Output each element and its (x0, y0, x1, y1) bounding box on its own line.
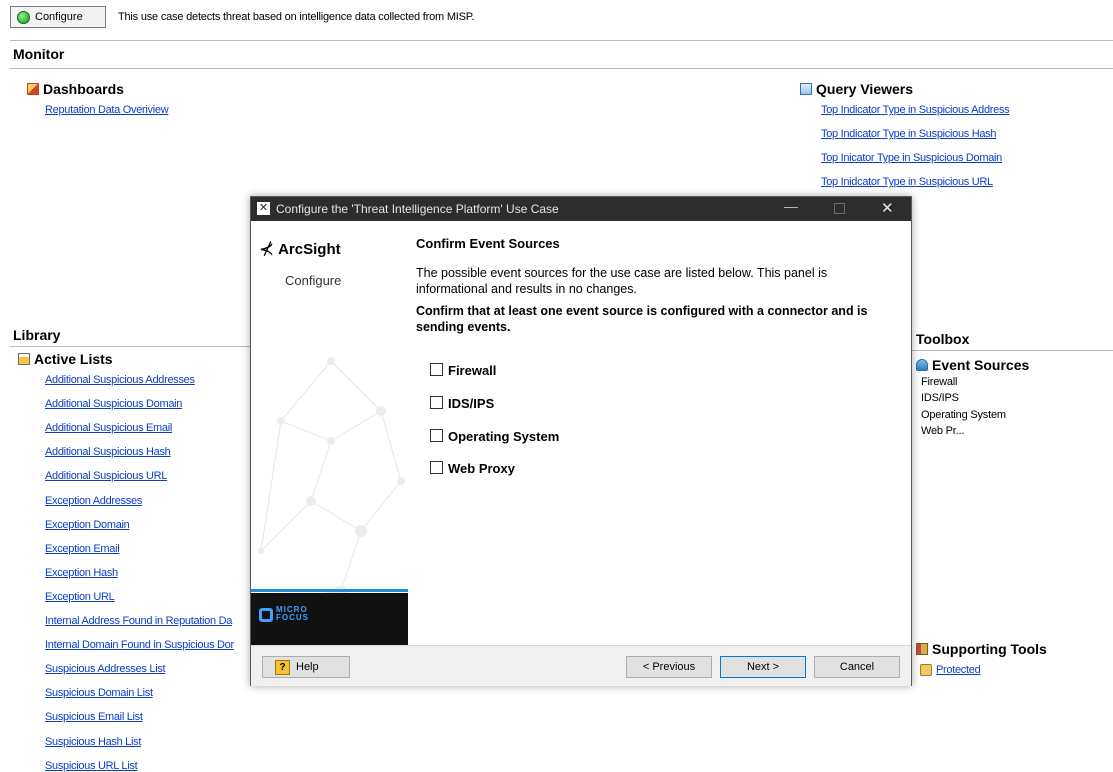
checkbox[interactable] (430, 363, 443, 376)
arcsight-logo: ⊀ ArcSight (259, 239, 341, 259)
tools-icon (916, 643, 928, 655)
status-green-icon (17, 10, 30, 24)
dashboard-link-reputation[interactable]: Reputation Data Overiview (45, 104, 169, 116)
protected-link[interactable]: Protected (936, 664, 981, 676)
arcsight-logo-icon: ⊀ (259, 239, 275, 259)
configure-button-label: Configure (35, 11, 83, 23)
event-source-item: Operating System (921, 409, 1006, 421)
toolbox-underline (912, 350, 1113, 351)
query-viewer-link[interactable]: Top Inidcator Type in Suspicious URL (821, 176, 993, 188)
event-source-icon (916, 359, 928, 371)
configure-dialog: ✕ Configure the 'Threat Intelligence Pla… (250, 196, 912, 686)
option-firewall[interactable]: Firewall (430, 363, 496, 378)
help-icon: ? (275, 659, 290, 675)
accent-stripe (251, 589, 408, 592)
event-sources-heading: Event Sources (916, 357, 1029, 373)
dialog-description: The possible event sources for the use c… (416, 266, 828, 296)
monitor-divider (10, 40, 1113, 41)
dashboard-icon (27, 83, 39, 95)
checkbox[interactable] (430, 461, 443, 474)
next-button[interactable]: Next > (720, 656, 806, 678)
protected-link-row[interactable]: Protected (920, 664, 981, 676)
app-icon: ✕ (257, 202, 270, 215)
micro-focus-logo-icon (259, 608, 273, 622)
active-list-link[interactable]: Suspicious Email List (45, 711, 143, 723)
query-viewer-icon (800, 83, 812, 95)
supporting-tools-heading: Supporting Tools (916, 641, 1047, 657)
option-web-proxy[interactable]: Web Proxy (430, 461, 515, 476)
active-list-link[interactable]: Internal Domain Found in Suspicious Dor (45, 639, 234, 651)
monitor-underline (10, 68, 1113, 69)
dialog-title: Configure the 'Threat Intelligence Platf… (276, 202, 559, 216)
dialog-footer: ? Help < Previous Next > Cancel (251, 645, 911, 686)
vendor-logo-text: MICRO FOCUS (276, 605, 309, 622)
query-viewer-link[interactable]: Top Indicator Type in Suspicious Hash (821, 128, 997, 140)
dialog-titlebar[interactable]: ✕ Configure the 'Threat Intelligence Pla… (251, 197, 911, 221)
cancel-button[interactable]: Cancel (814, 656, 900, 678)
active-list-link[interactable]: Exception Email (45, 543, 120, 555)
checkbox[interactable] (430, 429, 443, 442)
event-source-item: Firewall (921, 376, 958, 388)
configure-button[interactable]: Configure (10, 6, 106, 28)
monitor-heading: Monitor (13, 46, 65, 62)
active-list-link[interactable]: Additional Suspicious Addresses (45, 374, 195, 386)
option-ids-ips[interactable]: IDS/IPS (430, 396, 494, 411)
event-source-item: IDS/IPS (921, 392, 959, 404)
active-list-link[interactable]: Exception URL (45, 591, 115, 603)
active-list-link[interactable]: Suspicious Addresses List (45, 663, 166, 675)
vendor-banner: MICRO FOCUS (251, 593, 408, 645)
active-list-link[interactable]: Internal Address Found in Reputation Da (45, 615, 232, 627)
wizard-step: Configure (285, 273, 342, 288)
dialog-content: Confirm Event Sources The possible event… (408, 221, 911, 645)
help-button[interactable]: ? Help (262, 656, 350, 678)
library-heading: Library (13, 327, 61, 343)
dialog-sidebar: ⊀ ArcSight Configure MICRO FOCUS (251, 221, 408, 645)
active-list-link[interactable]: Additional Suspicious URL (45, 470, 167, 482)
query-viewers-heading: Query Viewers (800, 81, 913, 97)
active-list-link[interactable]: Exception Addresses (45, 495, 142, 507)
active-lists-heading: Active Lists (18, 351, 113, 367)
library-underline (10, 346, 250, 347)
event-source-item: Web Pr... (921, 425, 965, 437)
active-list-link[interactable]: Exception Domain (45, 519, 130, 531)
active-list-link[interactable]: Suspicious Hash List (45, 736, 141, 748)
use-case-description: This use case detects threat based on in… (118, 11, 475, 23)
option-operating-system[interactable]: Operating System (430, 429, 559, 444)
query-viewer-link[interactable]: Top Inicator Type in Suspicious Domain (821, 152, 1002, 164)
toolbox-heading: Toolbox (916, 331, 970, 347)
previous-button[interactable]: < Previous (626, 656, 712, 678)
active-list-link[interactable]: Additional Suspicious Hash (45, 446, 171, 458)
dialog-instruction: Confirm that at least one event source i… (416, 304, 868, 334)
dashboards-heading: Dashboards (27, 81, 124, 97)
close-icon[interactable]: ✕ (881, 199, 894, 217)
checkbox[interactable] (430, 396, 443, 409)
active-list-link[interactable]: Additional Suspicious Email (45, 422, 172, 434)
dialog-heading: Confirm Event Sources (416, 236, 560, 251)
network-decoration (258, 357, 405, 602)
active-list-link[interactable]: Additional Suspicious Domain (45, 398, 182, 410)
active-list-link[interactable]: Exception Hash (45, 567, 118, 579)
folder-icon (920, 664, 932, 676)
active-list-icon (18, 353, 30, 365)
minimize-icon[interactable]: — (784, 198, 798, 214)
maximize-icon[interactable] (834, 203, 845, 214)
active-list-link[interactable]: Suspicious Domain List (45, 687, 153, 699)
query-viewer-link[interactable]: Top Indicator Type in Suspicious Address (821, 104, 1010, 116)
